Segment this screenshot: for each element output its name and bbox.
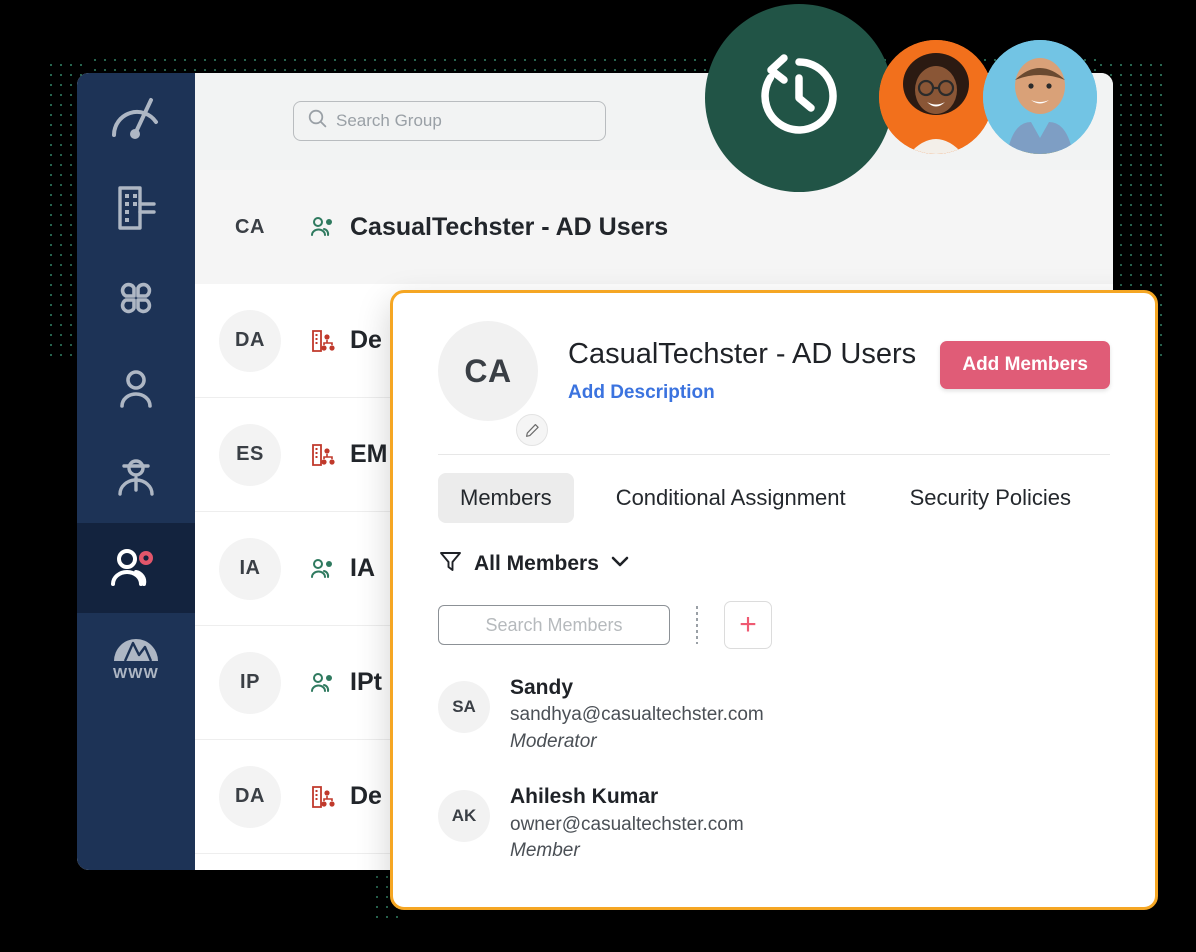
users-group-icon: [108, 546, 164, 590]
avatar: [879, 40, 993, 154]
member-email: owner@casualtechster.com: [510, 811, 744, 839]
sidebar-item-reports[interactable]: [77, 163, 195, 253]
user-icon: [112, 364, 160, 412]
apps-grid-icon: [112, 274, 160, 322]
group-name: CasualTechster - AD Users: [350, 213, 668, 242]
group-avatar: DA: [219, 766, 281, 828]
search-members-input[interactable]: Search Members: [438, 605, 670, 645]
search-members-placeholder: Search Members: [485, 615, 622, 636]
member-row[interactable]: SA Sandy sandhya@casualtechster.com Mode…: [438, 675, 1110, 755]
group-name: EM: [350, 440, 388, 469]
tab-members[interactable]: Members: [438, 473, 574, 523]
member-name: Ahilesh Kumar: [510, 784, 744, 810]
group-users-icon: [310, 558, 336, 580]
member-filter[interactable]: All Members: [438, 523, 1110, 579]
add-member-button[interactable]: +: [724, 601, 772, 649]
sidebar-item-dashboard[interactable]: [77, 73, 195, 163]
pencil-icon[interactable]: [516, 414, 548, 446]
group-avatar: IA: [219, 538, 281, 600]
search-group-input[interactable]: Search Group: [293, 101, 606, 141]
group-detail-modal: CA CasualTechster - AD Users Add Descrip…: [390, 290, 1158, 910]
group-avatar: IP: [219, 652, 281, 714]
group-row[interactable]: CA CasualTechster - AD Users: [195, 170, 1113, 284]
admin-user-icon: [111, 456, 161, 500]
group-avatar: ES: [219, 424, 281, 486]
sidebar-item-web-label: WWW: [113, 665, 159, 682]
member-name: Sandy: [510, 675, 764, 701]
member-search-row: Search Members +: [438, 579, 1110, 649]
sidebar-item-user[interactable]: [77, 343, 195, 433]
member-email: sandhya@casualtechster.com: [510, 701, 764, 729]
member-row[interactable]: AK Ahilesh Kumar owner@casualtechster.co…: [438, 784, 1110, 864]
member-role: Moderator: [510, 729, 764, 756]
group-users-icon: [310, 672, 336, 694]
group-avatar: CA: [219, 196, 281, 258]
sidebar: WWW: [77, 73, 195, 870]
sidebar-item-apps[interactable]: [77, 253, 195, 343]
filter-label: All Members: [474, 552, 599, 576]
group-name: De: [350, 326, 382, 355]
history-clock-icon: [751, 48, 847, 149]
group-name: IA: [350, 554, 375, 583]
chevron-down-icon[interactable]: [610, 555, 630, 573]
sidebar-item-admin[interactable]: [77, 433, 195, 523]
sidebar-item-groups[interactable]: [77, 523, 195, 613]
avatar: [983, 40, 1097, 154]
member-role: Member: [510, 838, 744, 865]
tab-security-policies[interactable]: Security Policies: [888, 473, 1093, 523]
org-chart-icon: [310, 785, 336, 809]
history-badge: [705, 4, 893, 192]
search-group-placeholder: Search Group: [336, 111, 442, 131]
member-list: SA Sandy sandhya@casualtechster.com Mode…: [438, 649, 1110, 865]
divider: [696, 606, 698, 644]
member-avatar: AK: [438, 790, 490, 842]
gauge-icon: [109, 95, 163, 141]
search-icon: [308, 109, 327, 133]
group-name: IPt: [350, 668, 382, 697]
org-chart-icon: [310, 443, 336, 467]
group-name: De: [350, 782, 382, 811]
group-avatar-large: CA: [438, 321, 538, 421]
tab-conditional-assignment[interactable]: Conditional Assignment: [594, 473, 868, 523]
org-chart-icon: [310, 329, 336, 353]
group-users-icon: [310, 216, 336, 238]
add-description-link[interactable]: Add Description: [568, 382, 940, 404]
modal-tabs: Members Conditional Assignment Security …: [438, 455, 1110, 523]
modal-title: CasualTechster - AD Users: [568, 339, 940, 371]
modal-header: CA CasualTechster - AD Users Add Descrip…: [438, 293, 1110, 421]
add-members-button[interactable]: Add Members: [940, 341, 1110, 389]
group-avatar: DA: [219, 310, 281, 372]
globe-icon: [111, 635, 161, 663]
sidebar-item-web[interactable]: WWW: [77, 613, 195, 703]
member-avatar: SA: [438, 681, 490, 733]
funnel-icon: [438, 549, 463, 579]
building-report-icon: [112, 184, 160, 232]
